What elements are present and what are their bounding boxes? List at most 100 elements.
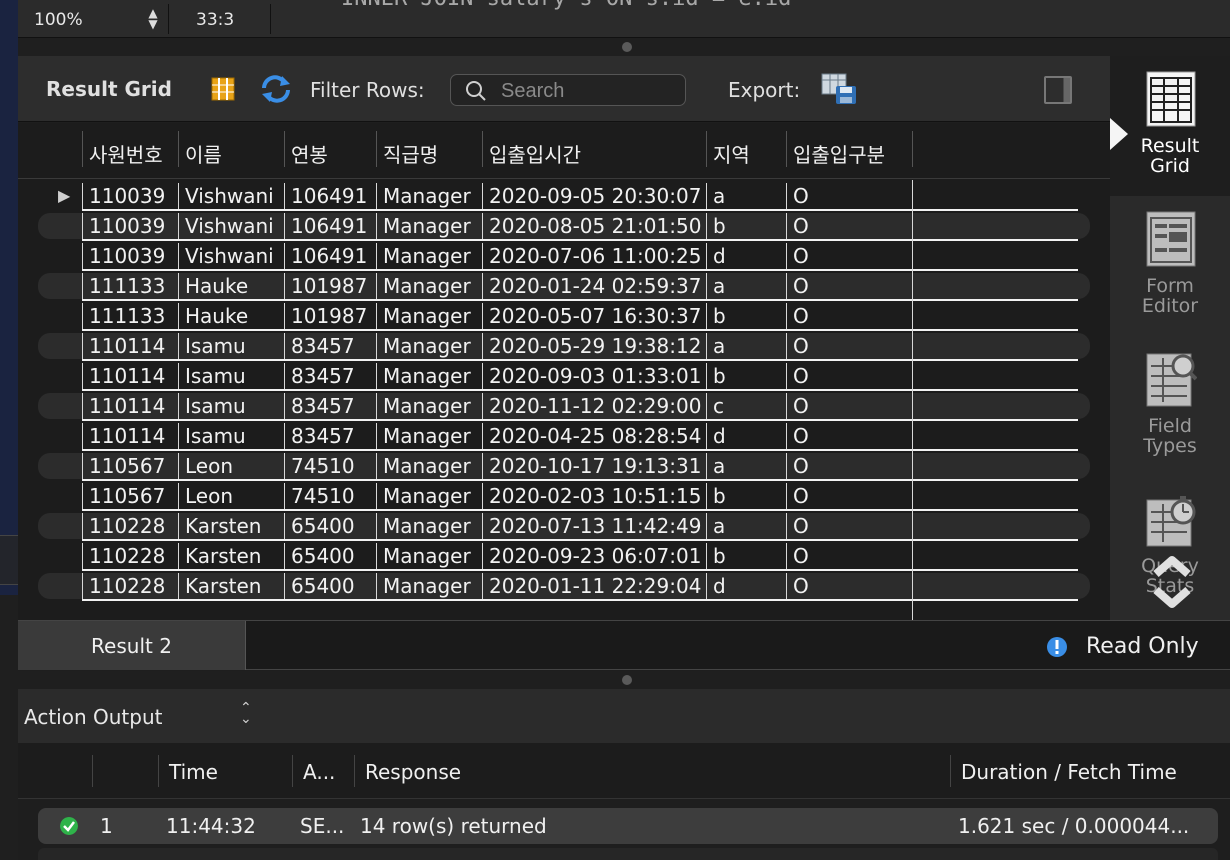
table-row[interactable]: 110567 Leon 74510 Manager 2020-10-17 19:13:3… <box>18 450 1110 481</box>
refresh-icon[interactable] <box>260 74 292 104</box>
table-cell[interactable]: d <box>706 573 786 599</box>
table-cell[interactable]: a <box>706 183 786 209</box>
table-row[interactable]: 110567 Leon 74510 Manager 2020-02-03 10:51:1… <box>18 480 1110 511</box>
column-header[interactable]: 사원번호 <box>82 131 178 167</box>
table-row[interactable]: 110114 Isamu 83457 Manager 2020-05-29 19:38:… <box>18 330 1110 361</box>
table-cell[interactable]: Karsten <box>178 513 284 539</box>
table-row[interactable]: 110114 Isamu 83457 Manager 2020-11-12 02:29:… <box>18 390 1110 421</box>
table-cell[interactable]: Vishwani <box>178 243 284 269</box>
tab-result-2[interactable]: Result 2 <box>18 621 246 670</box>
table-cell[interactable]: 2020-09-05 20:30:07 <box>482 183 706 209</box>
table-cell[interactable]: O <box>786 243 912 269</box>
column-header[interactable]: Time <box>158 755 292 787</box>
table-cell[interactable]: Manager <box>376 273 482 299</box>
table-cell[interactable]: Vishwani <box>178 183 284 209</box>
table-cell[interactable]: Manager <box>376 573 482 599</box>
table-cell[interactable]: b <box>706 363 786 389</box>
table-cell[interactable]: 110114 <box>82 333 178 359</box>
splitter-handle-icon[interactable] <box>622 42 632 52</box>
column-header[interactable]: 입출입구분 <box>786 131 912 167</box>
table-row[interactable]: 110228 Karsten 65400 Manager 2020-01-11 22:2… <box>18 570 1110 601</box>
table-row[interactable]: 110114 Isamu 83457 Manager 2020-04-25 08:28:… <box>18 420 1110 451</box>
table-cell[interactable]: 83457 <box>284 423 376 449</box>
table-cell[interactable]: Manager <box>376 453 482 479</box>
table-cell[interactable]: Isamu <box>178 423 284 449</box>
column-header[interactable]: Response <box>354 755 950 787</box>
table-cell[interactable]: 2020-07-13 11:42:49 <box>482 513 706 539</box>
view-form-editor[interactable]: Form Editor <box>1110 196 1230 336</box>
table-cell[interactable]: Manager <box>376 243 482 269</box>
filter-search-input[interactable] <box>501 78 681 104</box>
column-header[interactable]: 직급명 <box>376 131 482 167</box>
table-cell[interactable]: 110228 <box>82 543 178 569</box>
table-row[interactable]: ▶ 110039 Vishwani 106491 Manager 2020-09-05 2… <box>18 180 1110 211</box>
table-cell[interactable]: Isamu <box>178 393 284 419</box>
table-cell[interactable]: a <box>706 453 786 479</box>
table-cell[interactable]: Hauke <box>178 303 284 329</box>
table-cell[interactable]: 106491 <box>284 213 376 239</box>
table-cell[interactable]: 2020-05-07 16:30:37 <box>482 303 706 329</box>
table-cell[interactable]: Manager <box>376 303 482 329</box>
table-row[interactable]: 110039 Vishwani 106491 Manager 2020-08-05 21… <box>18 210 1110 241</box>
table-cell[interactable]: Isamu <box>178 363 284 389</box>
table-cell[interactable]: 101987 <box>284 303 376 329</box>
zoom-stepper-icon[interactable]: ▲ ▼ <box>144 7 162 32</box>
table-cell[interactable]: O <box>786 393 912 419</box>
table-cell[interactable]: 110567 <box>82 483 178 509</box>
table-cell[interactable]: 2020-01-11 22:29:04 <box>482 573 706 599</box>
table-cell[interactable]: b <box>706 543 786 569</box>
table-cell[interactable]: Manager <box>376 183 482 209</box>
table-cell[interactable]: Leon <box>178 483 284 509</box>
table-cell[interactable]: O <box>786 573 912 599</box>
table-row[interactable]: 110228 Karsten 65400 Manager 2020-09-23 06:0… <box>18 540 1110 571</box>
column-header[interactable]: 입출입시간 <box>482 131 706 167</box>
table-cell[interactable]: O <box>786 183 912 209</box>
table-cell[interactable]: 2020-09-23 06:07:01 <box>482 543 706 569</box>
sql-code-line[interactable]: INNER JOIN salary s ON s.id = e.id <box>288 0 791 11</box>
table-cell[interactable]: Manager <box>376 363 482 389</box>
table-cell[interactable]: 111133 <box>82 273 178 299</box>
table-cell[interactable]: Manager <box>376 483 482 509</box>
filter-search-box[interactable] <box>450 74 686 106</box>
column-header[interactable]: 지역 <box>706 131 786 167</box>
column-header[interactable]: Duration / Fetch Time <box>950 755 1220 787</box>
table-cell[interactable]: 101987 <box>284 273 376 299</box>
table-cell[interactable]: 2020-01-24 02:59:37 <box>482 273 706 299</box>
table-cell[interactable]: 111133 <box>82 303 178 329</box>
table-cell[interactable]: a <box>706 513 786 539</box>
table-cell[interactable]: 74510 <box>284 483 376 509</box>
table-cell[interactable]: 65400 <box>284 513 376 539</box>
export-save-icon[interactable] <box>820 72 858 106</box>
table-cell[interactable]: O <box>786 273 912 299</box>
table-row[interactable]: 111133 Hauke 101987 Manager 2020-05-07 16:30… <box>18 300 1110 331</box>
table-cell[interactable]: 2020-07-06 11:00:25 <box>482 243 706 269</box>
table-cell[interactable]: d <box>706 243 786 269</box>
toggle-panel-icon[interactable] <box>1044 76 1072 104</box>
table-cell[interactable]: O <box>786 543 912 569</box>
table-cell[interactable]: b <box>706 483 786 509</box>
table-cell[interactable]: 110228 <box>82 573 178 599</box>
table-cell[interactable]: 106491 <box>284 243 376 269</box>
table-cell[interactable]: Manager <box>376 423 482 449</box>
table-cell[interactable]: 110114 <box>82 423 178 449</box>
table-cell[interactable]: Vishwani <box>178 213 284 239</box>
table-cell[interactable]: 74510 <box>284 453 376 479</box>
table-cell[interactable]: 110039 <box>82 243 178 269</box>
table-cell[interactable]: 110114 <box>82 363 178 389</box>
table-cell[interactable]: 2020-10-17 19:13:31 <box>482 453 706 479</box>
table-cell[interactable]: 83457 <box>284 363 376 389</box>
table-cell[interactable]: O <box>786 513 912 539</box>
table-row[interactable]: 110228 Karsten 65400 Manager 2020-07-13 11:4… <box>18 510 1110 541</box>
table-cell[interactable]: 110228 <box>82 513 178 539</box>
table-cell[interactable]: b <box>706 303 786 329</box>
table-cell[interactable]: O <box>786 303 912 329</box>
table-cell[interactable]: O <box>786 423 912 449</box>
table-cell[interactable]: d <box>706 423 786 449</box>
table-cell[interactable]: Karsten <box>178 543 284 569</box>
table-cell[interactable]: Hauke <box>178 273 284 299</box>
table-cell[interactable]: 110039 <box>82 183 178 209</box>
table-cell[interactable]: 2020-09-03 01:33:01 <box>482 363 706 389</box>
table-cell[interactable]: O <box>786 363 912 389</box>
table-row[interactable]: 110114 Isamu 83457 Manager 2020-09-03 01:33:… <box>18 360 1110 391</box>
action-output-row[interactable]: 1 11:44:32 SE... 14 row(s) returned 1.62… <box>38 808 1218 844</box>
